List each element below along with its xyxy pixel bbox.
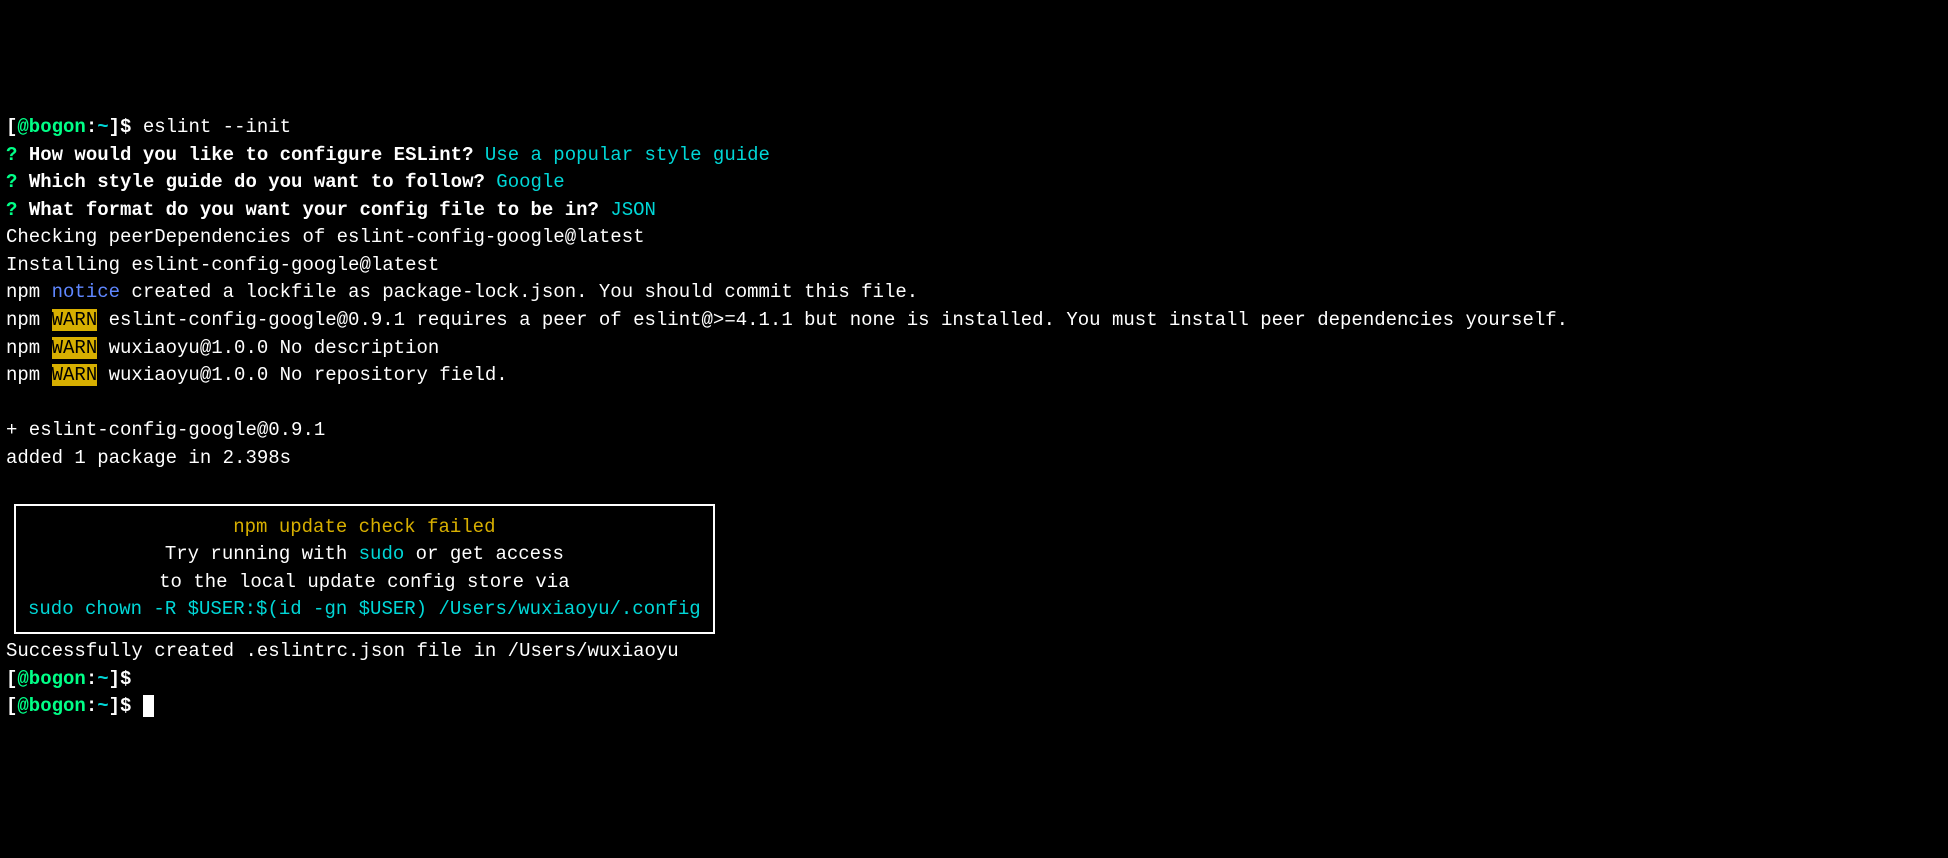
prompt-path: ~ xyxy=(97,116,108,138)
box-sudo: sudo xyxy=(359,543,405,565)
output-line: Checking peerDependencies of eslint-conf… xyxy=(6,226,645,248)
npm-prefix: npm xyxy=(6,337,52,359)
prompt: [@bogon:~]$ xyxy=(6,695,131,717)
prompt-user-host: @bogon xyxy=(17,116,85,138)
npm-prefix: npm xyxy=(6,309,52,331)
prompt-colon: : xyxy=(86,116,97,138)
answer-text: JSON xyxy=(610,199,656,221)
npm-warn-badge: WARN xyxy=(52,364,98,386)
npm-warn-text: wuxiaoyu@1.0.0 No description xyxy=(97,337,439,359)
box-text: or get access xyxy=(404,543,564,565)
terminal-output[interactable]: [@bogon:~]$ eslint --init ? How would yo… xyxy=(6,114,1942,720)
npm-update-box: npm update check failedTry running with … xyxy=(14,504,715,634)
npm-notice-text: created a lockfile as package-lock.json.… xyxy=(120,281,918,303)
npm-prefix: npm xyxy=(6,281,52,303)
npm-notice-label: notice xyxy=(52,281,120,303)
npm-warn-badge: WARN xyxy=(52,309,98,331)
prompt-bracket-open: [ xyxy=(6,116,17,138)
box-text: to the local update config store via xyxy=(28,569,701,597)
npm-warn-text: wuxiaoyu@1.0.0 No repository field. xyxy=(97,364,507,386)
answer-text: Google xyxy=(496,171,564,193)
question-mark: ? xyxy=(6,144,29,166)
question-text: Which style guide do you want to follow? xyxy=(29,171,496,193)
output-line: + eslint-config-google@0.9.1 xyxy=(6,419,325,441)
cursor-icon[interactable] xyxy=(143,695,154,717)
box-text: Try running with xyxy=(165,543,359,565)
question-text: What format do you want your config file… xyxy=(29,199,611,221)
prompt-dollar: $ xyxy=(120,116,131,138)
question-mark: ? xyxy=(6,199,29,221)
box-command: sudo chown -R $USER:$(id -gn $USER) /Use… xyxy=(28,596,701,624)
box-title: npm update check failed xyxy=(233,516,495,538)
question-mark: ? xyxy=(6,171,29,193)
npm-prefix: npm xyxy=(6,364,52,386)
npm-warn-badge: WARN xyxy=(52,337,98,359)
prompt: [@bogon:~]$ xyxy=(6,116,131,138)
answer-text: Use a popular style guide xyxy=(485,144,770,166)
prompt-bracket-close: ] xyxy=(109,116,120,138)
output-line: added 1 package in 2.398s xyxy=(6,447,291,469)
output-line: Successfully created .eslintrc.json file… xyxy=(6,640,679,662)
command-text: eslint --init xyxy=(131,116,291,138)
npm-warn-text: eslint-config-google@0.9.1 requires a pe… xyxy=(97,309,1568,331)
question-text: How would you like to configure ESLint? xyxy=(29,144,485,166)
output-line: Installing eslint-config-google@latest xyxy=(6,254,439,276)
prompt: [@bogon:~]$ xyxy=(6,668,131,690)
